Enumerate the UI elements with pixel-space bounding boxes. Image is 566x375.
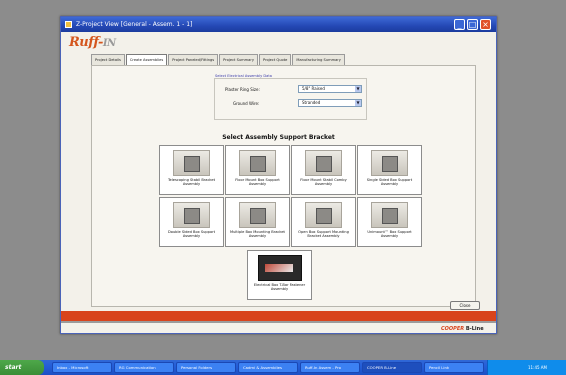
taskbar-item[interactable]: Personal Folders bbox=[176, 362, 236, 373]
assembly-card[interactable]: Floor Mount Box Support Assembly bbox=[225, 145, 290, 195]
ground-wire-select[interactable]: Stranded ▼ bbox=[298, 99, 362, 107]
close-window-button[interactable]: × bbox=[480, 19, 491, 30]
assembly-card[interactable]: Electrical Box T-Bar Fastener Assembly bbox=[247, 250, 312, 300]
tab-project-quote[interactable]: Project Quote bbox=[258, 54, 292, 65]
ruff-in-logo: Ruff-IN bbox=[69, 35, 116, 50]
logo-text: Ruff- bbox=[69, 35, 103, 50]
tab-manufacturing-summary[interactable]: Manufacturing Summary bbox=[292, 54, 345, 65]
chevron-down-icon[interactable]: ▼ bbox=[355, 86, 361, 92]
taskbar-item-active[interactable]: COOPER B-Line bbox=[362, 362, 422, 373]
cooper-bline-logo: COOPER B-Line bbox=[441, 326, 484, 332]
ground-wire-value: Stranded bbox=[302, 100, 321, 105]
assembly-card[interactable]: Double Sided Box Support Assembly bbox=[159, 197, 224, 247]
window-title: Z-Project View [General - Assem. 1 - 1] bbox=[76, 21, 193, 28]
plaster-ring-value: 5/8" Raised bbox=[302, 86, 325, 91]
assembly-image bbox=[173, 202, 210, 228]
assembly-label: Open Box Support Mounting Bracket Assemb… bbox=[298, 230, 349, 239]
assembly-image bbox=[239, 202, 276, 228]
options-legend: Select Electrical Assembly Data bbox=[213, 74, 274, 78]
minimize-button[interactable]: _ bbox=[454, 19, 465, 30]
taskbar: start Inbox - Microsoft RG Communication… bbox=[0, 360, 566, 375]
assembly-label: Floor Mount Box Support Assembly bbox=[235, 178, 280, 187]
clock[interactable]: 11:45 AM bbox=[528, 365, 547, 370]
plaster-ring-select[interactable]: 5/8" Raised ▼ bbox=[298, 85, 362, 93]
assembly-image bbox=[371, 202, 408, 228]
tab-project-summary[interactable]: Project Summary bbox=[219, 54, 258, 65]
assembly-label: Single Sided Box Support Assembly bbox=[366, 178, 413, 187]
assembly-image bbox=[371, 150, 408, 176]
chevron-down-icon[interactable]: ▼ bbox=[355, 100, 361, 106]
assembly-image bbox=[305, 202, 342, 228]
assembly-image bbox=[258, 255, 302, 281]
maximize-button[interactable]: □ bbox=[467, 19, 478, 30]
tab-project-details[interactable]: Project Details bbox=[91, 54, 125, 65]
brand-suffix: B-Line bbox=[464, 326, 484, 332]
taskbar-item[interactable]: Cadmi & Assemblies bbox=[238, 362, 298, 373]
tab-project-fittings[interactable]: Project Paneled/Fittings bbox=[168, 54, 219, 65]
ground-wire-label: Ground Wire: bbox=[233, 101, 260, 106]
assembly-image bbox=[239, 150, 276, 176]
assembly-label: Double Sided Box Support Assembly bbox=[167, 230, 216, 239]
tab-create-assemblies[interactable]: Create Assemblies bbox=[125, 54, 168, 65]
assembly-label: Unimount™ Box Support Assembly bbox=[367, 230, 412, 239]
taskbar-item[interactable]: Pencil Link bbox=[424, 362, 484, 373]
brand-name: COOPER bbox=[441, 326, 465, 332]
assembly-card[interactable]: Open Box Support Mounting Bracket Assemb… bbox=[291, 197, 356, 247]
assembly-card[interactable]: Telescoping Stabil Bracket Assembly bbox=[159, 145, 224, 195]
assembly-label: Floor Mount Stabil Comby Assembly bbox=[300, 178, 347, 187]
app-window: Z-Project View [General - Assem. 1 - 1] … bbox=[60, 16, 497, 334]
assembly-card[interactable]: Multiple Box Mounting Bracket Assembly bbox=[225, 197, 290, 247]
plaster-ring-label: Plaster Ring Size: bbox=[225, 87, 260, 92]
tab-strip: Project Details Create Assemblies Projec… bbox=[91, 54, 346, 65]
taskbar-item[interactable]: Inbox - Microsoft bbox=[52, 362, 112, 373]
close-button[interactable]: Close bbox=[450, 301, 480, 310]
assembly-label: Multiple Box Mounting Bracket Assembly bbox=[230, 230, 285, 239]
assembly-label: Telescoping Stabil Bracket Assembly bbox=[167, 178, 216, 187]
assembly-card[interactable]: Floor Mount Stabil Comby Assembly bbox=[291, 145, 356, 195]
assembly-image bbox=[173, 150, 210, 176]
title-bar[interactable]: Z-Project View [General - Assem. 1 - 1] … bbox=[61, 17, 496, 32]
assembly-card[interactable]: Unimount™ Box Support Assembly bbox=[357, 197, 422, 247]
taskbar-item[interactable]: RG Communication bbox=[114, 362, 174, 373]
assembly-image bbox=[305, 150, 342, 176]
logo-suffix: IN bbox=[102, 38, 116, 49]
taskbar-item[interactable]: Ruff-In Assem - Pro bbox=[300, 362, 360, 373]
assembly-card[interactable]: Single Sided Box Support Assembly bbox=[357, 145, 422, 195]
system-tray: 11:45 AM bbox=[487, 360, 566, 375]
section-heading: Select Assembly Support Bracket bbox=[222, 134, 335, 141]
app-icon bbox=[65, 21, 72, 28]
assembly-label: Electrical Box T-Bar Fastener Assembly bbox=[253, 283, 306, 292]
footer-divider bbox=[61, 321, 496, 323]
start-button[interactable]: start bbox=[0, 360, 44, 375]
